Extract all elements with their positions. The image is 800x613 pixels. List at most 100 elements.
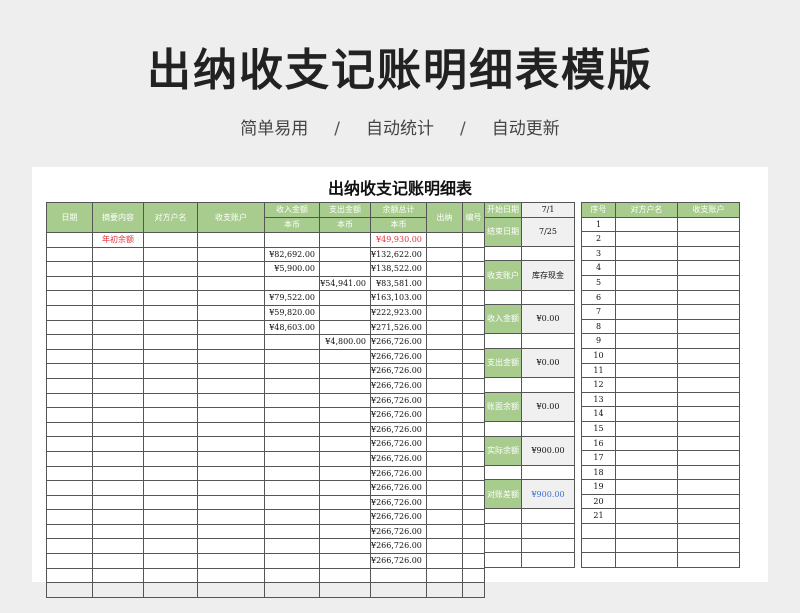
cell-empty[interactable] — [677, 216, 740, 233]
cell-empty[interactable] — [46, 450, 93, 467]
cell-empty[interactable] — [521, 245, 575, 262]
cell-empty[interactable] — [425, 261, 463, 277]
cell-empty[interactable] — [143, 348, 198, 365]
cell-empty[interactable] — [46, 304, 93, 321]
summary-value[interactable]: 库存现金 — [521, 260, 575, 291]
cell-empty[interactable] — [46, 377, 93, 394]
cell-expense[interactable] — [319, 407, 371, 423]
cell-income[interactable] — [264, 465, 320, 482]
cell-empty[interactable] — [615, 464, 678, 481]
cell-empty[interactable] — [46, 494, 93, 511]
cell-empty[interactable] — [46, 553, 93, 569]
cell-empty[interactable] — [425, 480, 463, 496]
cell-empty[interactable] — [46, 509, 93, 525]
cell-empty[interactable] — [484, 245, 522, 262]
cell-empty[interactable] — [46, 436, 93, 452]
cell-expense[interactable] — [319, 538, 371, 555]
cell-empty[interactable] — [677, 377, 740, 393]
cell-empty[interactable] — [425, 582, 463, 598]
cell-income[interactable] — [264, 480, 320, 496]
cell-empty[interactable] — [461, 436, 485, 452]
cell-empty[interactable] — [197, 450, 265, 467]
cell-income[interactable]: ¥5,900.00 — [264, 261, 320, 277]
summary-value[interactable]: ¥900.00 — [521, 435, 575, 466]
cell-empty[interactable] — [46, 348, 93, 365]
cell-empty[interactable] — [521, 420, 575, 437]
cell-empty[interactable] — [46, 290, 93, 306]
cell-empty[interactable] — [92, 246, 144, 263]
cell-expense[interactable] — [319, 450, 371, 467]
cell-empty[interactable] — [92, 553, 144, 569]
cell-income[interactable] — [264, 436, 320, 452]
cell-empty[interactable] — [615, 420, 678, 437]
cell-empty[interactable] — [677, 552, 740, 568]
cell-expense[interactable] — [319, 377, 371, 394]
cell-empty[interactable] — [461, 567, 485, 584]
cell-expense[interactable] — [319, 348, 371, 365]
cell-empty[interactable] — [92, 319, 144, 336]
cell-empty[interactable] — [677, 508, 740, 525]
cell-balance[interactable]: ¥266,726.00 — [370, 509, 427, 525]
cell-empty[interactable] — [521, 289, 575, 306]
cell-empty[interactable] — [461, 509, 485, 525]
cell-empty[interactable] — [143, 290, 198, 306]
cell-expense[interactable] — [319, 553, 371, 569]
cell-expense[interactable] — [319, 246, 371, 263]
cell-empty[interactable] — [484, 420, 522, 437]
cell-empty[interactable] — [143, 509, 198, 525]
cell-empty[interactable] — [425, 377, 463, 394]
cell-empty[interactable] — [197, 436, 265, 452]
cell-empty[interactable] — [46, 421, 93, 438]
cell-empty[interactable] — [197, 465, 265, 482]
cell-empty[interactable] — [677, 493, 740, 510]
cell-empty[interactable] — [677, 464, 740, 481]
cell-empty[interactable] — [46, 538, 93, 555]
cell-empty[interactable] — [677, 435, 740, 452]
cell-expense[interactable] — [319, 436, 371, 452]
cell-empty[interactable] — [92, 290, 144, 306]
cell-empty[interactable] — [461, 290, 485, 306]
cell-balance[interactable]: ¥266,726.00 — [370, 334, 427, 350]
cell-empty[interactable] — [677, 333, 740, 349]
cell-empty[interactable] — [143, 421, 198, 438]
cell-empty[interactable] — [615, 537, 678, 554]
cell-income[interactable] — [264, 407, 320, 423]
cell-empty[interactable] — [143, 494, 198, 511]
cell-empty[interactable] — [197, 392, 265, 409]
cell-empty[interactable] — [677, 304, 740, 320]
cell-empty[interactable] — [615, 274, 678, 291]
cell-empty[interactable] — [615, 318, 678, 335]
cell-empty[interactable] — [484, 289, 522, 306]
cell-income[interactable] — [264, 377, 320, 394]
start-date-value[interactable]: 7/1 — [521, 202, 575, 218]
cell-empty[interactable] — [615, 391, 678, 408]
cell-balance[interactable]: ¥266,726.00 — [370, 450, 427, 467]
cell-empty[interactable] — [521, 523, 575, 539]
cell-empty[interactable] — [425, 465, 463, 482]
cell-empty[interactable] — [425, 334, 463, 350]
cell-empty[interactable] — [143, 450, 198, 467]
cell-empty[interactable] — [197, 523, 265, 540]
cell-balance[interactable]: ¥132,622.00 — [370, 246, 427, 263]
cell-empty[interactable] — [92, 377, 144, 394]
cell-empty[interactable] — [46, 246, 93, 263]
cell-empty[interactable] — [484, 464, 522, 481]
cell-empty[interactable] — [92, 480, 144, 496]
cell-empty[interactable] — [143, 553, 198, 569]
cell-empty[interactable] — [143, 567, 198, 584]
cell-balance[interactable]: ¥266,726.00 — [370, 436, 427, 452]
cell-expense[interactable] — [319, 319, 371, 336]
cell-expense[interactable] — [319, 363, 371, 379]
cell-empty[interactable] — [197, 567, 265, 584]
cell-empty[interactable] — [484, 508, 522, 525]
cell-empty[interactable] — [92, 465, 144, 482]
cell-balance[interactable]: ¥266,726.00 — [370, 363, 427, 379]
cell-empty[interactable] — [92, 436, 144, 452]
cell-empty[interactable] — [677, 537, 740, 554]
cell-income[interactable]: ¥59,820.00 — [264, 304, 320, 321]
summary-value[interactable]: ¥0.00 — [521, 304, 575, 335]
cell-balance[interactable]: ¥83,581.00 — [370, 275, 427, 292]
cell-empty[interactable] — [197, 538, 265, 555]
cell-empty[interactable] — [46, 523, 93, 540]
cell-empty[interactable] — [461, 523, 485, 540]
